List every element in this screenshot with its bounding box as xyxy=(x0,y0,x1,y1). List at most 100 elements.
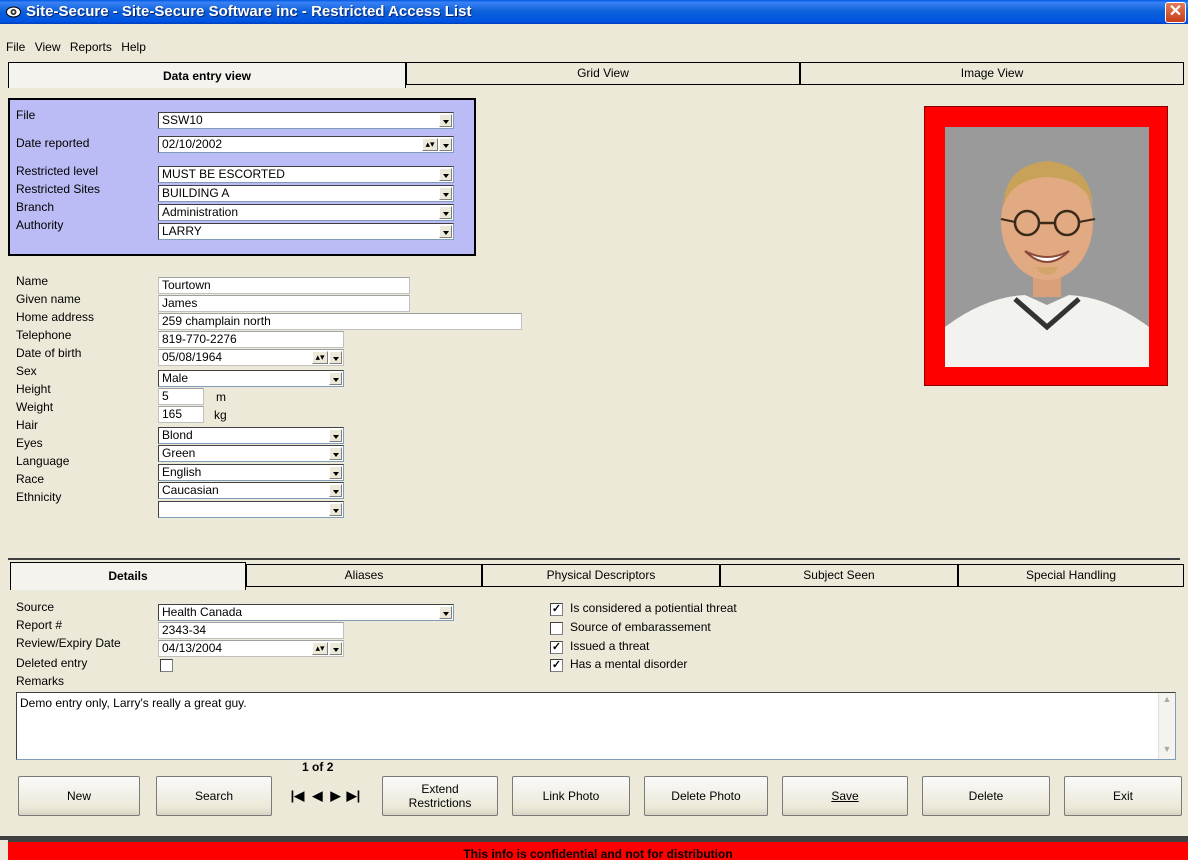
chevron-down-icon[interactable] xyxy=(329,351,342,364)
menu-view[interactable]: View xyxy=(35,40,67,54)
scroll-down-icon[interactable]: ▼ xyxy=(1160,744,1174,758)
remarks-scrollbar[interactable]: ▲ ▼ xyxy=(1158,693,1175,759)
eyes-label: Eyes xyxy=(16,436,43,450)
flag-label-issued-threat: Issued a threat xyxy=(570,639,650,653)
date-reported-field[interactable]: 02/10/2002 ▴▾ xyxy=(158,136,454,153)
eyes-select[interactable]: Green xyxy=(158,445,344,462)
chevron-down-icon[interactable] xyxy=(439,206,452,219)
name-field[interactable]: Tourtown xyxy=(158,277,410,294)
review-date-field[interactable]: 04/13/2004 ▴▾ xyxy=(158,640,344,657)
authority-select[interactable]: LARRY xyxy=(158,223,454,240)
chevron-down-icon[interactable] xyxy=(439,138,452,151)
record-current: 1 xyxy=(302,760,309,774)
chevron-down-icon[interactable] xyxy=(329,503,342,516)
tab-grid-view[interactable]: Grid View xyxy=(406,62,800,84)
dob-field[interactable]: 05/08/1964 ▴▾ xyxy=(158,349,344,366)
authority-label: Authority xyxy=(16,218,64,232)
given-name-field[interactable]: James xyxy=(158,295,410,312)
chevron-down-icon[interactable] xyxy=(329,466,342,479)
spinner-icon[interactable]: ▴▾ xyxy=(312,351,328,364)
flag-checkbox-issued-threat[interactable]: ✓ xyxy=(550,641,563,654)
chevron-down-icon[interactable] xyxy=(329,372,342,385)
language-label: Language xyxy=(16,454,70,468)
dob-value: 05/08/1964 xyxy=(162,350,223,364)
flag-checkbox-embarassement[interactable] xyxy=(550,622,563,635)
search-button[interactable]: Search xyxy=(156,776,272,816)
race-label: Race xyxy=(16,472,45,486)
restricted-level-select[interactable]: MUST BE ESCORTED xyxy=(158,166,454,183)
restrictions-label: Restrictions xyxy=(408,796,472,810)
ethnicity-select[interactable] xyxy=(158,501,344,518)
spinner-icon[interactable]: ▴▾ xyxy=(312,642,328,655)
flag-checkbox-threat[interactable]: ✓ xyxy=(550,603,563,616)
chevron-down-icon[interactable] xyxy=(329,429,342,442)
exit-button[interactable]: Exit xyxy=(1064,776,1182,816)
tab-details[interactable]: Details xyxy=(10,562,246,590)
close-button[interactable]: ✕ xyxy=(1165,2,1186,23)
record-total: 2 xyxy=(326,760,334,774)
record-counter: 1 of 2 xyxy=(302,760,333,774)
telephone-field[interactable]: 819-770-2276 xyxy=(158,331,344,348)
deleted-entry-label: Deleted entry xyxy=(16,656,88,670)
chevron-down-icon[interactable] xyxy=(439,606,452,619)
dob-label: Date of birth xyxy=(16,346,82,360)
chevron-down-icon[interactable] xyxy=(439,225,452,238)
branch-select[interactable]: Administration xyxy=(158,204,454,221)
photo-frame xyxy=(924,106,1168,386)
restricted-sites-select[interactable]: BUILDING A xyxy=(158,185,454,202)
flag-label-embarassement: Source of embarassement xyxy=(570,620,711,634)
delete-photo-button[interactable]: Delete Photo xyxy=(644,776,768,816)
chevron-down-icon[interactable] xyxy=(439,114,452,127)
chevron-down-icon[interactable] xyxy=(439,168,452,181)
menu-bar: File View Reports Help xyxy=(0,24,1188,60)
weight-label: Weight xyxy=(16,400,54,414)
flag-checkbox-mental-disorder[interactable]: ✓ xyxy=(550,659,563,672)
hair-select[interactable]: Blond xyxy=(158,427,344,444)
spinner-icon[interactable]: ▴▾ xyxy=(422,138,438,151)
height-field[interactable]: 5 xyxy=(158,388,204,405)
race-select[interactable]: Caucasian xyxy=(158,482,344,499)
tab-data-entry-view[interactable]: Data entry view xyxy=(8,62,406,88)
tab-aliases[interactable]: Aliases xyxy=(246,564,482,586)
weight-unit: kg xyxy=(214,408,227,422)
delete-button[interactable]: Delete xyxy=(922,776,1050,816)
menu-help[interactable]: Help xyxy=(121,40,152,54)
tab-subject-seen[interactable]: Subject Seen xyxy=(720,564,958,586)
branch-value: Administration xyxy=(162,205,239,219)
home-address-field[interactable]: 259 champlain north xyxy=(158,313,522,330)
flag-label-mental-disorder: Has a mental disorder xyxy=(570,657,688,671)
tab-special-handling[interactable]: Special Handling xyxy=(958,564,1184,586)
menu-reports[interactable]: Reports xyxy=(70,40,118,54)
save-button[interactable]: Save xyxy=(782,776,908,816)
remarks-textarea[interactable]: Demo entry only, Larry's really a great … xyxy=(16,692,1176,760)
source-select[interactable]: Health Canada xyxy=(158,604,454,621)
sex-label: Sex xyxy=(16,364,37,378)
link-photo-button[interactable]: Link Photo xyxy=(512,776,630,816)
tab-image-view[interactable]: Image View xyxy=(800,62,1184,84)
record-of: of xyxy=(312,760,324,774)
height-label: Height xyxy=(16,382,51,396)
last-record-icon[interactable]: ▶| xyxy=(346,788,361,804)
prev-record-icon[interactable]: ◀ xyxy=(310,788,325,804)
file-select[interactable]: SSW10 xyxy=(158,112,454,129)
deleted-entry-checkbox[interactable] xyxy=(160,659,173,672)
menu-file[interactable]: File xyxy=(6,40,31,54)
chevron-down-icon[interactable] xyxy=(329,447,342,460)
name-label: Name xyxy=(16,274,49,288)
chevron-down-icon[interactable] xyxy=(329,484,342,497)
next-record-icon[interactable]: ▶ xyxy=(328,788,343,804)
remarks-value: Demo entry only, Larry's really a great … xyxy=(20,696,247,710)
extend-restrictions-button[interactable]: Extend Restrictions xyxy=(382,776,498,816)
tab-physical-descriptors[interactable]: Physical Descriptors xyxy=(482,564,720,586)
scroll-up-icon[interactable]: ▲ xyxy=(1160,694,1174,708)
sex-select[interactable]: Male xyxy=(158,370,344,387)
weight-field[interactable]: 165 xyxy=(158,406,204,423)
restricted-level-label: Restricted level xyxy=(16,164,99,178)
report-label: Report # xyxy=(16,618,63,632)
report-field[interactable]: 2343-34 xyxy=(158,622,344,639)
language-select[interactable]: English xyxy=(158,464,344,481)
chevron-down-icon[interactable] xyxy=(439,187,452,200)
chevron-down-icon[interactable] xyxy=(329,642,342,655)
new-button[interactable]: New xyxy=(18,776,140,816)
first-record-icon[interactable]: |◀ xyxy=(290,788,305,804)
